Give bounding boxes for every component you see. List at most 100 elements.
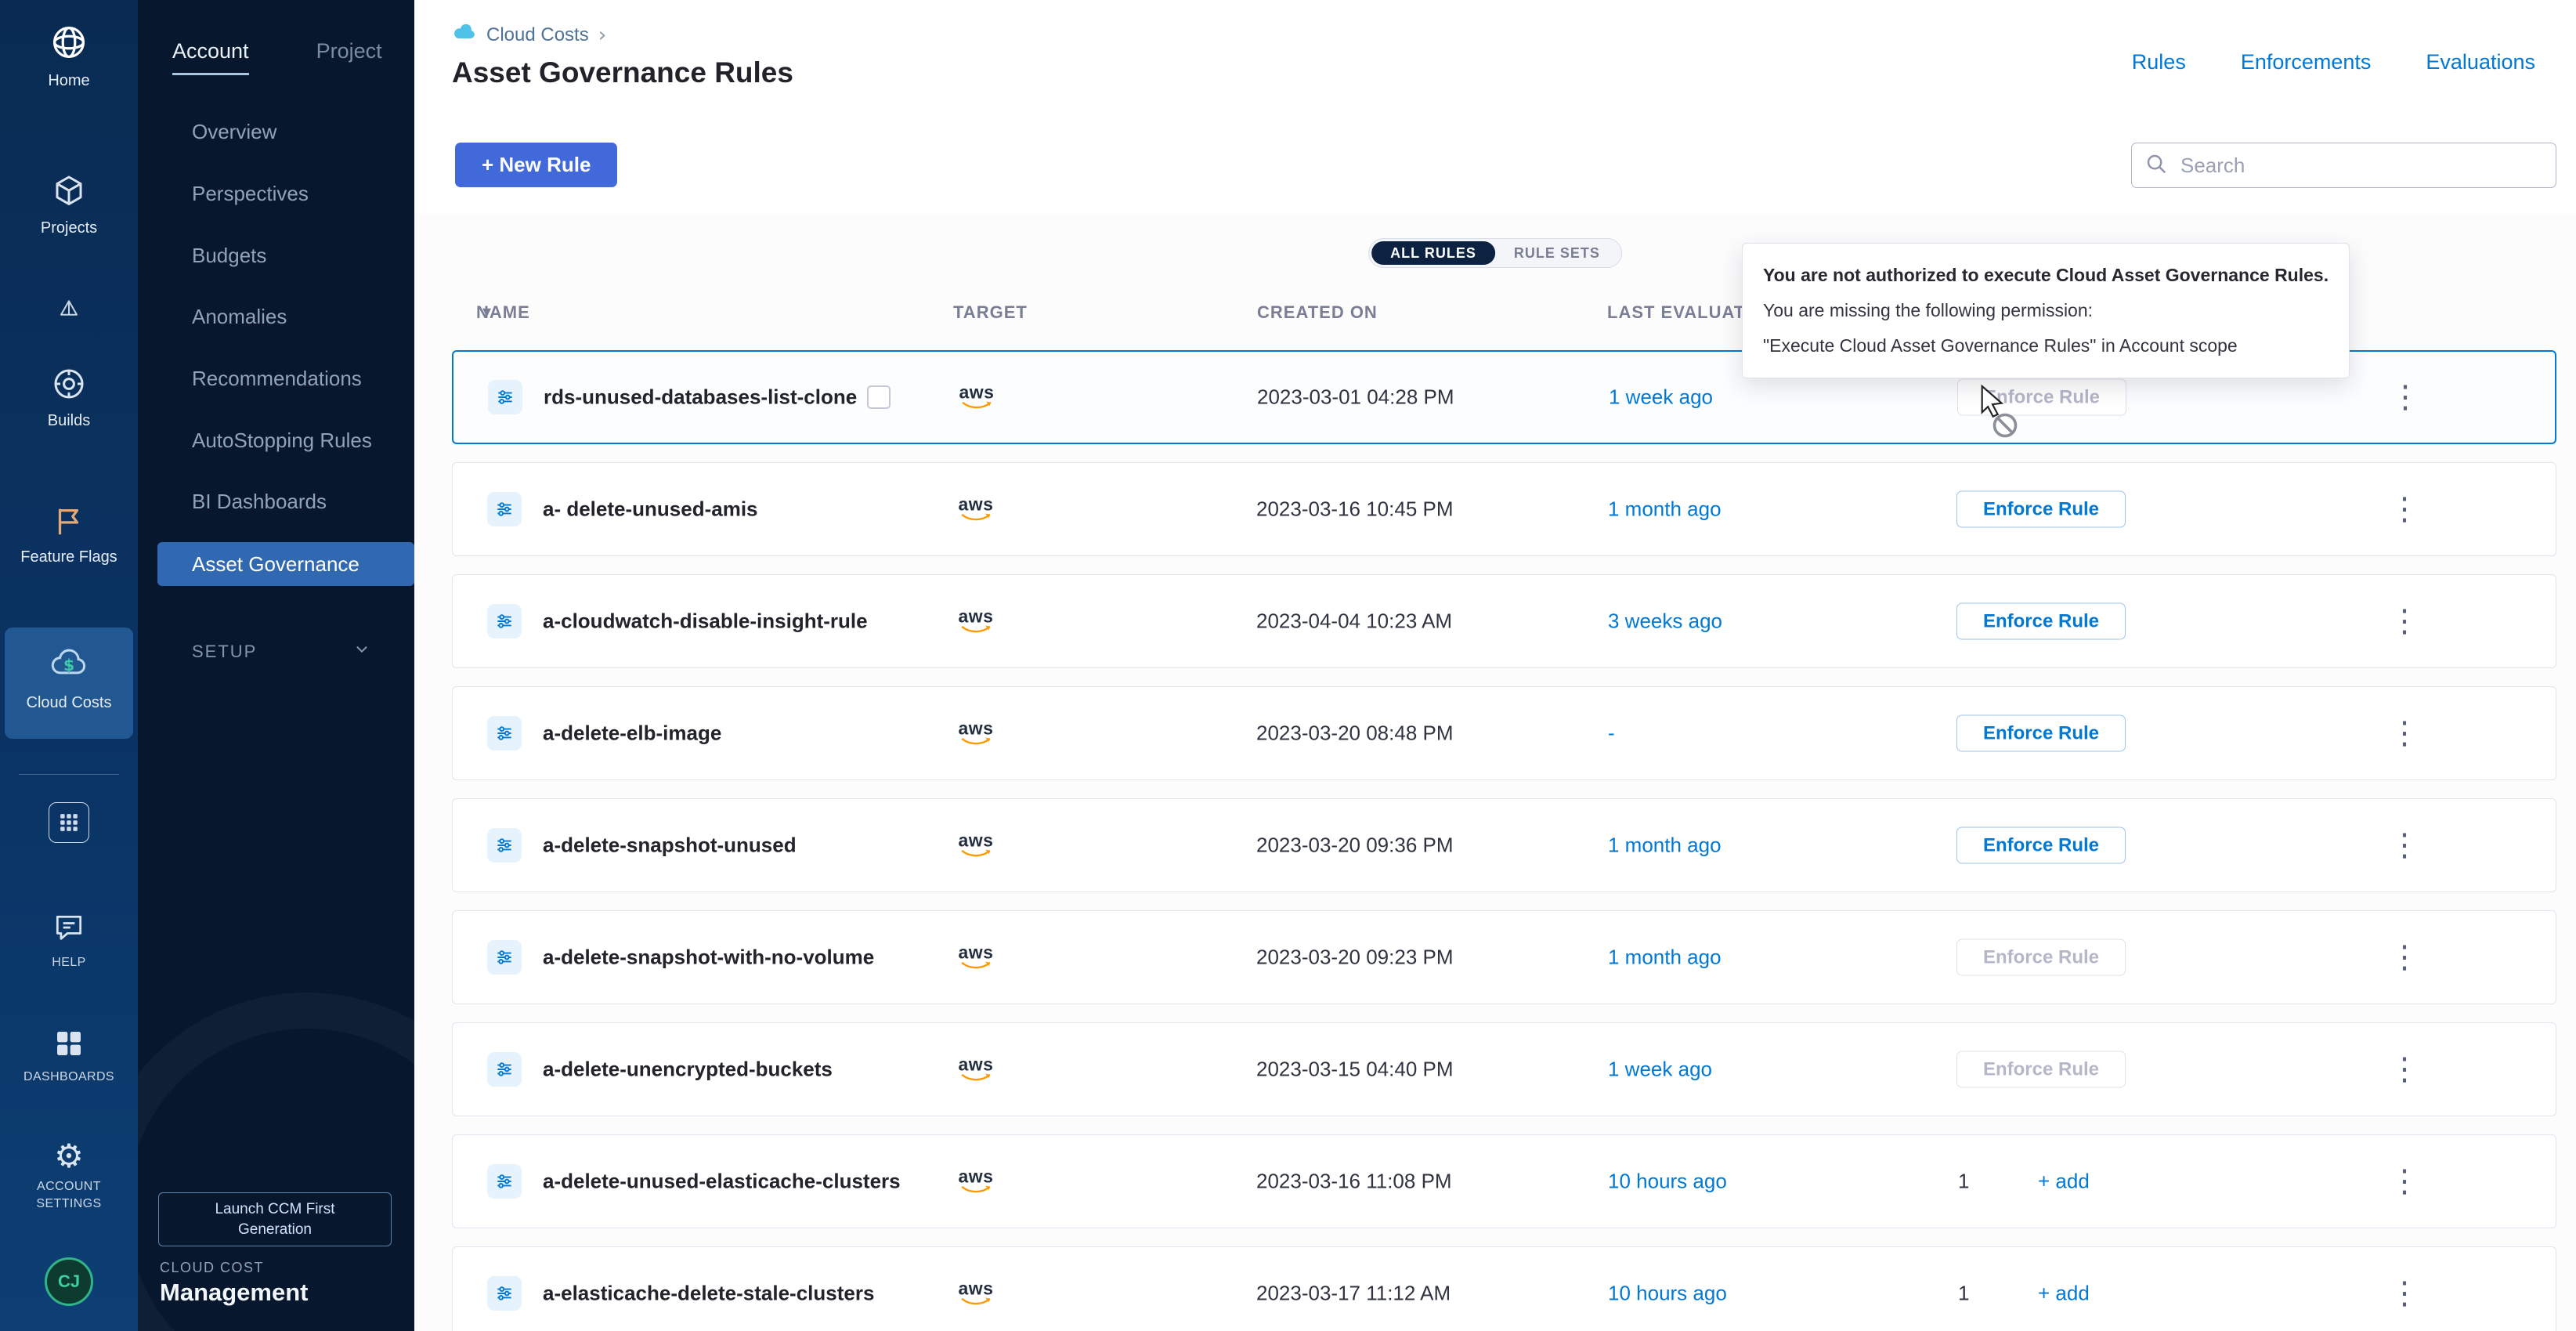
created-on: 2023-03-17 11:12 AM [1256, 1282, 1451, 1306]
kebab-menu-icon[interactable]: ⋮ [2381, 1023, 2428, 1116]
kebab-menu-icon[interactable]: ⋮ [2381, 1247, 2428, 1331]
rule-name[interactable]: a-elasticache-delete-stale-clusters [543, 1282, 874, 1306]
sidebar-item-deployments[interactable] [0, 296, 138, 324]
rail-item-label: DASHBOARDS [18, 1069, 120, 1086]
table-row[interactable]: a-cloudwatch-disable-insight-rule aws 20… [452, 574, 2556, 668]
scope-tabs: Account Project [172, 39, 382, 75]
sidebar-item-asset-governance[interactable]: Asset Governance [157, 542, 414, 586]
add-enforcement-link[interactable]: + add [2038, 1282, 2090, 1306]
sidebar-item-account-settings[interactable]: ⚙ ACCOUNT SETTINGS [0, 1140, 138, 1212]
avatar[interactable]: CJ [45, 1257, 93, 1306]
sidebar-item-dashboards[interactable]: DASHBOARDS [0, 1028, 138, 1086]
kebab-menu-icon[interactable]: ⋮ [2381, 575, 2428, 667]
last-evaluation: 1 week ago [1608, 1058, 1712, 1082]
module-selector-button[interactable] [0, 802, 138, 843]
sidebar-item-feature-flags[interactable]: Feature Flags [0, 503, 138, 566]
rule-icon [487, 1164, 522, 1199]
add-enforcement-link[interactable]: + add [2038, 1170, 2090, 1194]
enforce-rule-button[interactable]: Enforce Rule [1956, 715, 2126, 752]
sidebar-item-home[interactable]: Home [0, 22, 138, 90]
table-row[interactable]: a- delete-unused-amis aws 2023-03-16 10:… [452, 462, 2556, 556]
created-on: 2023-03-16 10:45 PM [1256, 497, 1454, 522]
aws-logo: aws [952, 384, 1002, 411]
sidebar-item-perspectives[interactable]: Perspectives [138, 163, 414, 225]
link-enforcements[interactable]: Enforcements [2241, 50, 2372, 74]
last-evaluation: 1 week ago [1609, 385, 1713, 410]
breadcrumb[interactable]: Cloud Costs › [452, 24, 606, 47]
rule-icon [487, 828, 522, 863]
link-rules[interactable]: Rules [2132, 50, 2186, 74]
enforce-rule-button[interactable]: Enforce Rule [1956, 939, 2126, 976]
toggle-rule-sets[interactable]: RULE SETS [1495, 241, 1619, 265]
toggle-all-rules[interactable]: ALL RULES [1371, 241, 1495, 265]
kebab-menu-icon[interactable]: ⋮ [2381, 687, 2428, 779]
rules-list-area: ALL RULES RULE SETS NAME▾ TARGET CREATED… [414, 214, 2576, 1331]
table-row[interactable]: a-delete-snapshot-with-no-volume aws 202… [452, 910, 2556, 1004]
rule-name[interactable]: a-delete-unencrypted-buckets [543, 1058, 833, 1082]
sidebar-item-budgets[interactable]: Budgets [138, 225, 414, 287]
user-avatar-wrap[interactable]: CJ [0, 1257, 138, 1306]
header-links: Rules Enforcements Evaluations [2132, 50, 2535, 74]
column-header-target: TARGET [953, 298, 1028, 327]
cloud-dollar-icon: $ [49, 644, 89, 689]
sidebar-item-autostopping-rules[interactable]: AutoStopping Rules [138, 410, 414, 472]
sidebar-item-builds[interactable]: Builds [0, 365, 138, 430]
sidebar-item-recommendations[interactable]: Recommendations [138, 348, 414, 410]
rule-name[interactable]: rds-unused-databases-list-clone [544, 385, 857, 410]
sidebar-item-cloud-costs[interactable]: $ Cloud Costs [0, 644, 138, 712]
breadcrumb-label[interactable]: Cloud Costs [486, 24, 589, 46]
sidebar-item-bi-dashboards[interactable]: BI Dashboards [138, 471, 414, 533]
kebab-menu-icon[interactable]: ⋮ [2381, 463, 2428, 555]
setup-section-toggle[interactable]: SETUP [192, 641, 370, 663]
launch-ccm-first-gen-button[interactable]: Launch CCM First Generation [158, 1192, 392, 1246]
kebab-menu-icon[interactable]: ⋮ [2381, 1135, 2428, 1228]
rule-icon [487, 716, 522, 750]
aws-logo: aws [951, 944, 1001, 971]
sidebar-item-help[interactable]: HELP [0, 910, 138, 971]
last-evaluation: 1 month ago [1608, 946, 1722, 970]
enforce-rule-button[interactable]: Enforce Rule [1956, 603, 2126, 640]
enforcement-count[interactable]: 1 [1958, 1282, 1969, 1306]
last-evaluation: 10 hours ago [1608, 1282, 1727, 1306]
toolbar: + New Rule [414, 115, 2576, 215]
table-row[interactable]: a-delete-snapshot-unused aws 2023-03-20 … [452, 798, 2556, 892]
table-row[interactable]: a-delete-elb-image aws 2023-03-20 08:48 … [452, 686, 2556, 780]
aws-logo: aws [951, 720, 1001, 747]
tab-project[interactable]: Project [316, 39, 382, 75]
enforce-rule-button[interactable]: Enforce Rule [1956, 827, 2126, 864]
enforcement-count[interactable]: 1 [1958, 1170, 1969, 1194]
rule-icon [488, 380, 522, 414]
search-box[interactable] [2131, 143, 2556, 188]
enforce-rule-button[interactable]: Enforce Rule [1956, 491, 2126, 528]
sidebar-item-overview[interactable]: Overview [138, 101, 414, 163]
rule-name[interactable]: a-delete-snapshot-unused [543, 834, 797, 858]
sidebar-item-projects[interactable]: Projects [0, 172, 138, 237]
kebab-menu-icon[interactable]: ⋮ [2381, 799, 2428, 892]
table-row[interactable]: a-elasticache-delete-stale-clusters aws … [452, 1246, 2556, 1331]
kebab-menu-icon[interactable]: ⋮ [2381, 911, 2428, 1004]
table-row[interactable]: a-delete-unencrypted-buckets aws 2023-03… [452, 1022, 2556, 1116]
aws-logo: aws [951, 1056, 1001, 1083]
kebab-menu-icon[interactable]: ⋮ [2382, 352, 2429, 443]
link-evaluations[interactable]: Evaluations [2426, 50, 2535, 74]
rule-name[interactable]: a-delete-snapshot-with-no-volume [543, 946, 874, 970]
rule-name[interactable]: a-cloudwatch-disable-insight-rule [543, 609, 868, 634]
permission-tooltip: You are not authorized to execute Cloud … [1742, 243, 2350, 378]
sidebar-item-anomalies[interactable]: Anomalies [138, 286, 414, 348]
harness-logo-icon [49, 22, 89, 67]
setup-label: SETUP [192, 642, 257, 662]
search-input[interactable] [2179, 153, 2543, 179]
enforce-rule-button[interactable]: Enforce Rule [1957, 379, 2126, 416]
tab-account[interactable]: Account [172, 39, 249, 75]
app-root: Home Projects Builds Feature Flags [0, 0, 2576, 1331]
rule-name[interactable]: a-delete-elb-image [543, 722, 721, 746]
rule-icon [487, 1052, 522, 1087]
rule-name[interactable]: a-delete-unused-elasticache-clusters [543, 1170, 901, 1194]
rule-name[interactable]: a- delete-unused-amis [543, 497, 758, 522]
table-row[interactable]: a-delete-unused-elasticache-clusters aws… [452, 1134, 2556, 1228]
enforce-rule-button[interactable]: Enforce Rule [1956, 1051, 2126, 1088]
row-checkbox[interactable] [867, 385, 891, 409]
rule-icon [487, 604, 522, 638]
main-content: Cloud Costs › Asset Governance Rules Rul… [414, 0, 2576, 1331]
new-rule-button[interactable]: + New Rule [455, 143, 617, 187]
